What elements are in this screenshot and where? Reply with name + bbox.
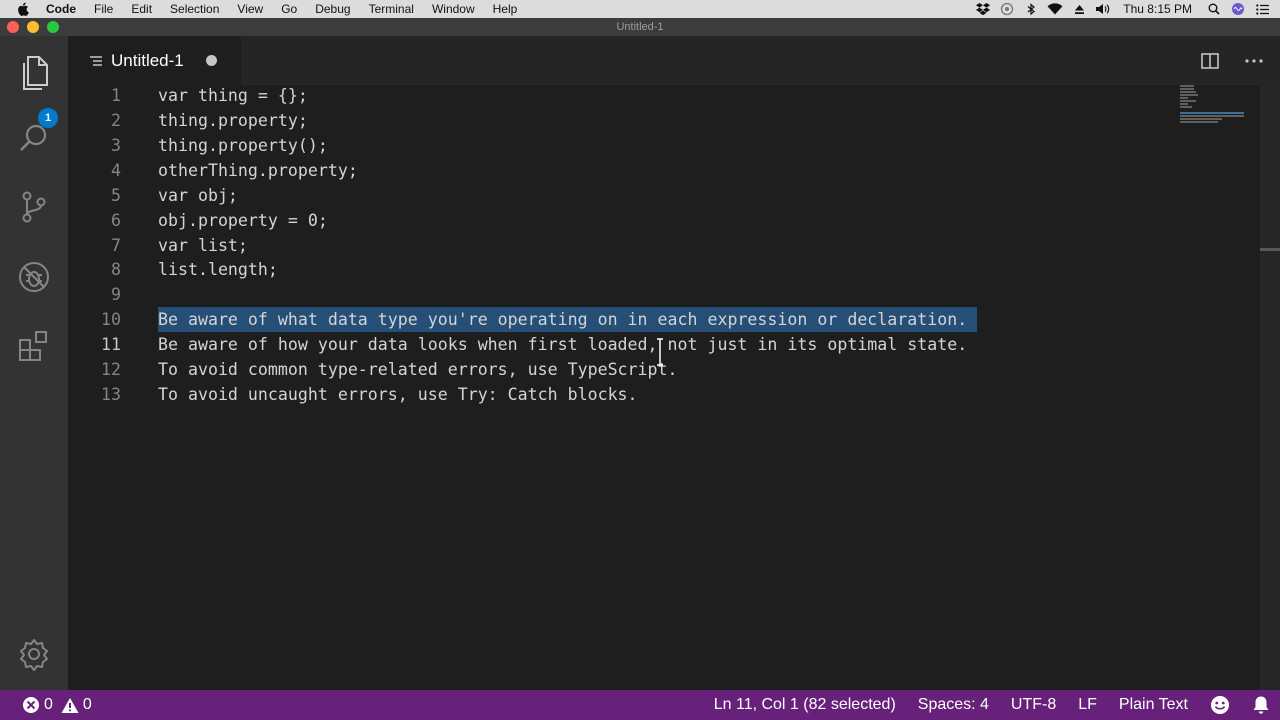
status-bar-right: Ln 11, Col 1 (82 selected) Spaces: 4 UTF…: [703, 690, 1280, 720]
menu-help[interactable]: Help: [484, 0, 527, 18]
screen-icon[interactable]: [995, 0, 1019, 18]
macos-menubar: Code File Edit Selection View Go Debug T…: [0, 0, 1280, 18]
cursor-position[interactable]: Ln 11, Col 1 (82 selected): [703, 696, 907, 714]
line-number: 2: [111, 111, 121, 130]
split-editor-icon[interactable]: [1188, 43, 1232, 79]
activity-bar: 1: [0, 36, 68, 690]
line-number: 3: [111, 136, 121, 155]
ibeam-cursor-icon: [656, 338, 664, 366]
editor-line[interactable]: 4 otherThing.property;: [68, 158, 1168, 183]
menu-file[interactable]: File: [85, 0, 122, 18]
selected-line-text[interactable]: Be aware of what data type you're operat…: [158, 307, 978, 332]
editor-line[interactable]: 7 var list;: [68, 233, 1168, 258]
problems-indicator[interactable]: 0 0: [22, 696, 92, 714]
language-mode-selector[interactable]: Plain Text: [1108, 696, 1199, 714]
editor-line-selected[interactable]: 10 Be aware of what data type you're ope…: [68, 307, 1168, 332]
code-editor[interactable]: 1 var thing = {}; 2 thing.property; 3 th…: [68, 85, 1280, 690]
line-text[interactable]: obj.property = 0;: [158, 208, 328, 233]
feedback-smiley-icon[interactable]: [1199, 695, 1241, 715]
line-text[interactable]: var list;: [158, 233, 248, 258]
menu-go[interactable]: Go: [272, 0, 306, 18]
notifications-bell-icon[interactable]: [1241, 695, 1280, 715]
menu-debug[interactable]: Debug: [306, 0, 359, 18]
editor-line[interactable]: 2 thing.property;: [68, 108, 1168, 133]
line-text[interactable]: list.length;: [158, 257, 278, 282]
menu-edit[interactable]: Edit: [122, 0, 161, 18]
settings-gear-icon[interactable]: [12, 632, 56, 676]
search-icon[interactable]: [12, 116, 56, 160]
unsaved-changes-dot-icon[interactable]: [206, 55, 217, 66]
menubar-tray: Thu 8:15 PM: [971, 0, 1280, 18]
menu-window[interactable]: Window: [423, 0, 484, 18]
editor-line[interactable]: 13 To avoid uncaught errors, use Try: Ca…: [68, 382, 1168, 407]
volume-icon[interactable]: [1091, 0, 1115, 18]
menu-terminal[interactable]: Terminal: [360, 0, 423, 18]
spotlight-search-icon[interactable]: [1202, 0, 1226, 18]
line-text[interactable]: thing.property();: [158, 133, 328, 158]
editor-line[interactable]: 1 var thing = {};: [68, 83, 1168, 108]
warning-icon: [61, 696, 79, 714]
menu-view[interactable]: View: [228, 0, 272, 18]
line-number: 10: [101, 310, 121, 329]
line-text[interactable]: To avoid common type-related errors, use…: [158, 357, 678, 382]
line-number: 12: [101, 360, 121, 379]
indentation-selector[interactable]: Spaces: 4: [907, 696, 1000, 714]
line-number: 11: [101, 335, 121, 354]
files-icon[interactable]: [12, 51, 56, 95]
minimap[interactable]: [1178, 85, 1258, 125]
window-titlebar: Untitled-1: [0, 18, 1280, 36]
end-of-line-selector[interactable]: LF: [1067, 696, 1108, 714]
line-text[interactable]: var obj;: [158, 183, 238, 208]
error-icon: [22, 696, 40, 714]
scrollbar-cursor-marker: [1260, 248, 1280, 251]
editor-tab-bar: Untitled-1: [68, 36, 1280, 85]
vertical-scrollbar[interactable]: [1260, 85, 1280, 690]
line-number: 9: [111, 285, 121, 304]
editor-line[interactable]: 8 list.length;: [68, 257, 1168, 282]
window-title: Untitled-1: [616, 21, 664, 33]
more-actions-icon[interactable]: [1232, 43, 1276, 79]
bluetooth-icon[interactable]: [1019, 0, 1043, 18]
warning-count: 0: [82, 696, 92, 713]
menubar-clock[interactable]: Thu 8:15 PM: [1115, 2, 1202, 16]
editor-line[interactable]: 6 obj.property = 0;: [68, 208, 1168, 233]
editor-line[interactable]: 12 To avoid common type-related errors, …: [68, 357, 1168, 382]
line-number: 4: [111, 161, 121, 180]
dropbox-icon[interactable]: [971, 0, 995, 18]
line-number: 5: [111, 186, 121, 205]
eject-icon[interactable]: [1067, 0, 1091, 18]
line-text[interactable]: To avoid uncaught errors, use Try: Catch…: [158, 382, 638, 407]
error-count: 0: [44, 696, 53, 713]
debug-icon[interactable]: [12, 255, 56, 299]
line-number: 8: [111, 260, 121, 279]
line-text[interactable]: otherThing.property;: [158, 158, 358, 183]
line-number: 7: [111, 236, 121, 255]
editor-line[interactable]: 9: [68, 282, 1168, 307]
line-number: 13: [101, 385, 121, 404]
editor-line[interactable]: 3 thing.property();: [68, 133, 1168, 158]
encoding-selector[interactable]: UTF-8: [1000, 696, 1067, 714]
apple-icon[interactable]: [14, 2, 32, 16]
editor-line-active[interactable]: 11 Be aware of how your data looks when …: [68, 332, 1168, 357]
source-control-icon[interactable]: [12, 185, 56, 229]
editor-line[interactable]: 5 var obj;: [68, 183, 1168, 208]
notification-center-icon[interactable]: [1250, 0, 1274, 18]
menu-app-name[interactable]: Code: [42, 0, 85, 18]
extensions-icon[interactable]: [12, 324, 56, 368]
line-text[interactable]: var thing = {};: [158, 83, 308, 108]
editor-tab-label: Untitled-1: [111, 50, 184, 70]
line-number: 6: [111, 211, 121, 230]
line-text[interactable]: thing.property;: [158, 108, 308, 133]
plain-text-file-icon: [90, 54, 104, 68]
siri-icon[interactable]: [1226, 0, 1250, 18]
line-number: 1: [111, 86, 121, 105]
editor-actions: [1188, 36, 1280, 85]
menu-selection[interactable]: Selection: [161, 0, 228, 18]
wifi-icon[interactable]: [1043, 0, 1067, 18]
editor-tab[interactable]: Untitled-1: [68, 36, 241, 85]
status-bar: 0 0 Ln 11, Col 1 (82 selected) Spaces: 4…: [0, 690, 1280, 720]
line-text[interactable]: Be aware of how your data looks when fir…: [158, 332, 967, 357]
